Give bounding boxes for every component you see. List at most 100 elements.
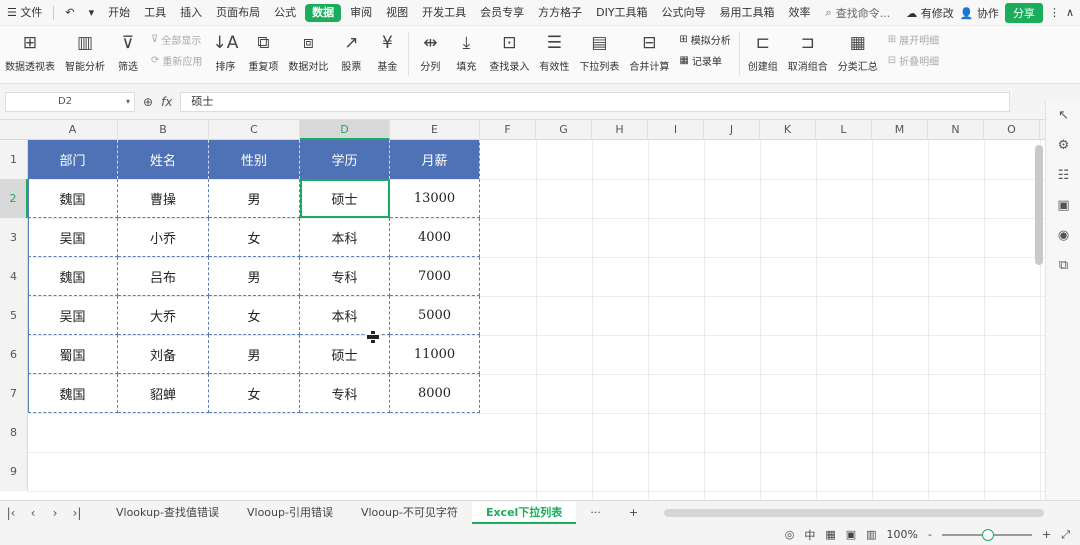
location-icon[interactable]: ◉ — [1046, 220, 1080, 250]
add-sheet-button[interactable]: + — [615, 502, 652, 524]
table-cell[interactable]: 本科 — [300, 218, 390, 257]
table-cell[interactable]: 专科 — [300, 374, 390, 413]
table-header-cell[interactable]: 姓名 — [118, 140, 209, 179]
table-cell[interactable]: 13000 — [390, 179, 480, 218]
column-header[interactable]: K — [760, 120, 816, 140]
table-cell[interactable]: 吕布 — [118, 257, 209, 296]
table-cell[interactable]: 魏国 — [28, 257, 118, 296]
consolidate-button[interactable]: ⊟ 合并计算 — [624, 30, 674, 80]
column-header[interactable]: H — [592, 120, 648, 140]
column-header[interactable]: C — [209, 120, 300, 140]
column-header[interactable]: J — [704, 120, 760, 140]
last-sheet-icon[interactable]: ›| — [66, 506, 88, 520]
table-header-cell[interactable]: 性别 — [209, 140, 300, 179]
sort-button[interactable]: ↓A 排序 — [207, 30, 243, 80]
changes-indicator[interactable]: ☁ 有修改 — [906, 5, 954, 21]
sheet-tab[interactable]: Vlooup-引用错误 — [233, 502, 347, 524]
horizontal-scrollbar[interactable] — [664, 508, 1045, 517]
column-header[interactable]: L — [816, 120, 872, 140]
menu-item[interactable]: 页面布局 — [209, 0, 267, 26]
duplicates-button[interactable]: ⧉ 重复项 — [243, 30, 283, 80]
column-header[interactable]: E — [390, 120, 480, 140]
share-button[interactable]: 分享 — [1004, 2, 1043, 23]
sheet-tab[interactable]: Excel下拉列表 — [471, 501, 577, 524]
name-box[interactable]: D2 ▾ — [5, 91, 135, 112]
column-header[interactable]: F — [480, 120, 536, 140]
table-cell[interactable]: 女 — [209, 218, 300, 257]
menu-item[interactable]: 会员专享 — [473, 0, 531, 26]
next-sheet-icon[interactable]: › — [44, 506, 66, 520]
page-break-icon[interactable]: ▥ — [866, 528, 876, 541]
more-sheets-button[interactable]: ··· — [576, 502, 615, 524]
menu-item[interactable]: 易用工具箱 — [713, 0, 782, 26]
row-header[interactable]: 2 — [0, 179, 28, 218]
table-cell[interactable]: 4000 — [390, 218, 480, 257]
backup-icon[interactable]: ⧉ — [1046, 250, 1080, 280]
table-cell[interactable]: 7000 — [390, 257, 480, 296]
row-header[interactable]: 1 — [0, 140, 28, 179]
table-cell[interactable]: 貂蝉 — [118, 374, 209, 413]
menu-item[interactable]: 审阅 — [343, 0, 379, 26]
menu-item[interactable]: 方方格子 — [531, 0, 589, 26]
subtotal-button[interactable]: ▦ 分类汇总 — [833, 30, 883, 80]
group-button[interactable]: ⊏ 创建组 — [743, 30, 783, 80]
input-method-icon[interactable]: 中 — [804, 527, 815, 543]
menu-item[interactable]: 视图 — [379, 0, 415, 26]
collapse-detail-button[interactable]: ⊟ 折叠明细 — [888, 53, 939, 68]
expand-detail-button[interactable]: ⊞ 展开明细 — [888, 32, 939, 47]
row-header[interactable]: 6 — [0, 335, 28, 374]
table-cell[interactable]: 曹操 — [118, 179, 209, 218]
page-layout-icon[interactable]: ▣ — [846, 528, 856, 541]
spreadsheet-grid[interactable]: ABCDEFGHIJKLMNO 123456789 部门 姓名 性别 学历 月薪 魏国 曹操… — [0, 120, 1045, 500]
selected-cell[interactable]: 硕士 — [300, 179, 390, 218]
first-sheet-icon[interactable]: |‹ — [0, 506, 22, 520]
collapse-ribbon-icon[interactable]: ∧ — [1066, 6, 1074, 19]
fund-button[interactable]: ¥ 基金 — [369, 30, 405, 80]
show-all-button[interactable]: ⊽ 全部显示 — [151, 32, 202, 47]
formula-input[interactable]: 硕士 — [180, 91, 1011, 112]
table-cell[interactable]: 专科 — [300, 257, 390, 296]
select-pointer-icon[interactable]: ↖ — [1046, 100, 1080, 130]
dropdown-list-button[interactable]: ▤ 下拉列表 — [574, 30, 624, 80]
row-header[interactable]: 7 — [0, 374, 28, 413]
table-cell[interactable]: 蜀国 — [28, 335, 118, 374]
zoom-level[interactable]: 100% — [887, 528, 918, 541]
column-header[interactable]: B — [118, 120, 209, 140]
table-cell[interactable]: 11000 — [390, 335, 480, 374]
zoom-lookup-icon[interactable]: ⊕ — [143, 95, 153, 109]
vertical-scrollbar[interactable] — [1035, 145, 1043, 265]
row-header[interactable]: 4 — [0, 257, 28, 296]
table-cell[interactable]: 5000 — [390, 296, 480, 335]
menu-file[interactable]: ☰ 文件 — [0, 0, 49, 26]
column-header[interactable]: M — [872, 120, 928, 140]
property-icon[interactable]: ☷ — [1046, 160, 1080, 190]
stocks-button[interactable]: ↗ 股票 — [333, 30, 369, 80]
table-cell[interactable]: 刘备 — [118, 335, 209, 374]
column-header[interactable]: G — [536, 120, 592, 140]
zoom-slider-knob[interactable] — [981, 528, 994, 541]
row-header[interactable]: 9 — [0, 452, 28, 491]
normal-view-icon[interactable]: ▦ — [825, 528, 835, 541]
style-icon[interactable]: ⚙ — [1046, 130, 1080, 160]
menu-item[interactable]: 数据 — [305, 3, 342, 22]
menu-item[interactable]: 开始 — [101, 0, 137, 26]
record-button[interactable]: ▦ 记录单 — [679, 53, 730, 68]
table-cell[interactable]: 小乔 — [118, 218, 209, 257]
table-header-cell[interactable]: 月薪 — [390, 140, 480, 179]
row-header[interactable]: 8 — [0, 413, 28, 452]
zoom-in-button[interactable]: + — [1042, 528, 1051, 541]
column-header[interactable]: I — [648, 120, 704, 140]
table-cell[interactable]: 男 — [209, 179, 300, 218]
row-header[interactable]: 3 — [0, 218, 28, 257]
function-icon[interactable]: fx — [161, 95, 172, 109]
undo-icon[interactable]: ↶ — [58, 0, 81, 26]
column-header[interactable]: D — [300, 120, 390, 140]
command-search[interactable]: ⌕ 查找命令... — [826, 5, 891, 21]
eye-protection-icon[interactable]: ◎ — [785, 528, 795, 541]
prev-sheet-icon[interactable]: ‹ — [22, 506, 44, 520]
table-cell[interactable]: 魏国 — [28, 374, 118, 413]
column-header[interactable]: A — [28, 120, 118, 140]
split-column-button[interactable]: ⇹ 分列 — [412, 30, 448, 80]
more-icon[interactable]: ⋮ — [1049, 6, 1060, 19]
column-header[interactable]: N — [928, 120, 984, 140]
